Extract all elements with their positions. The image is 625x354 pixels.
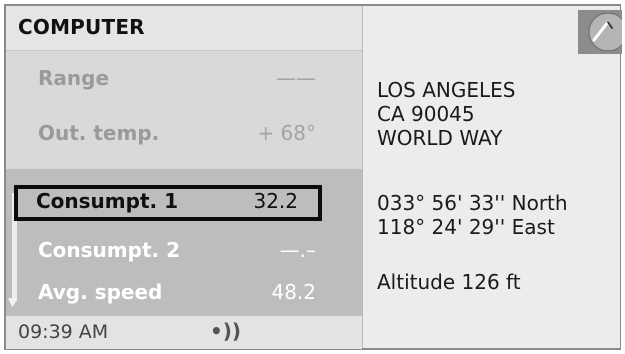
menu-item-value: —— [276, 66, 316, 90]
status-bar: 09:39 AM •)) [6, 315, 362, 349]
address-zip: CA 90045 [377, 102, 475, 126]
menu-item-label: Out. temp. [38, 121, 160, 145]
location-info-panel: LOS ANGELES CA 90045 WORLD WAY 033° 56' … [362, 6, 622, 348]
menu-item-label: Consumpt. 2 [38, 238, 180, 262]
altitude-readout: Altitude 126 ft [377, 270, 521, 294]
menu-item-value: 48.2 [271, 280, 316, 304]
menu-item-range[interactable]: Range —— [6, 54, 336, 104]
selection-focus-frame [14, 185, 322, 221]
computer-menu-panel: COMPUTER Range —— Out. temp. + 68° ▼ Con… [6, 6, 362, 349]
menu-item-value: —.– [279, 238, 316, 262]
menu-item-out-temp[interactable]: Out. temp. + 68° [6, 109, 336, 159]
menu-item-label: Avg. speed [38, 280, 163, 304]
address-street: WORLD WAY [377, 126, 503, 150]
latitude-readout: 033° 56' 33'' North [377, 191, 568, 215]
clock: 09:39 AM [18, 321, 109, 343]
menu-item-label: Range [38, 66, 110, 90]
address-city: LOS ANGELES [377, 78, 516, 102]
menu-header: COMPUTER [6, 6, 362, 51]
longitude-readout: 118° 24' 29'' East [377, 215, 555, 239]
navigation-screen: COMPUTER Range —— Out. temp. + 68° ▼ Con… [4, 4, 622, 350]
menu-item-avg-speed[interactable]: Avg. speed 48.2 [6, 268, 336, 318]
compass-icon[interactable] [578, 10, 622, 54]
menu-title: COMPUTER [18, 15, 145, 39]
signal-waves-icon: •)) [210, 319, 242, 343]
menu-item-value: + 68° [257, 121, 316, 145]
